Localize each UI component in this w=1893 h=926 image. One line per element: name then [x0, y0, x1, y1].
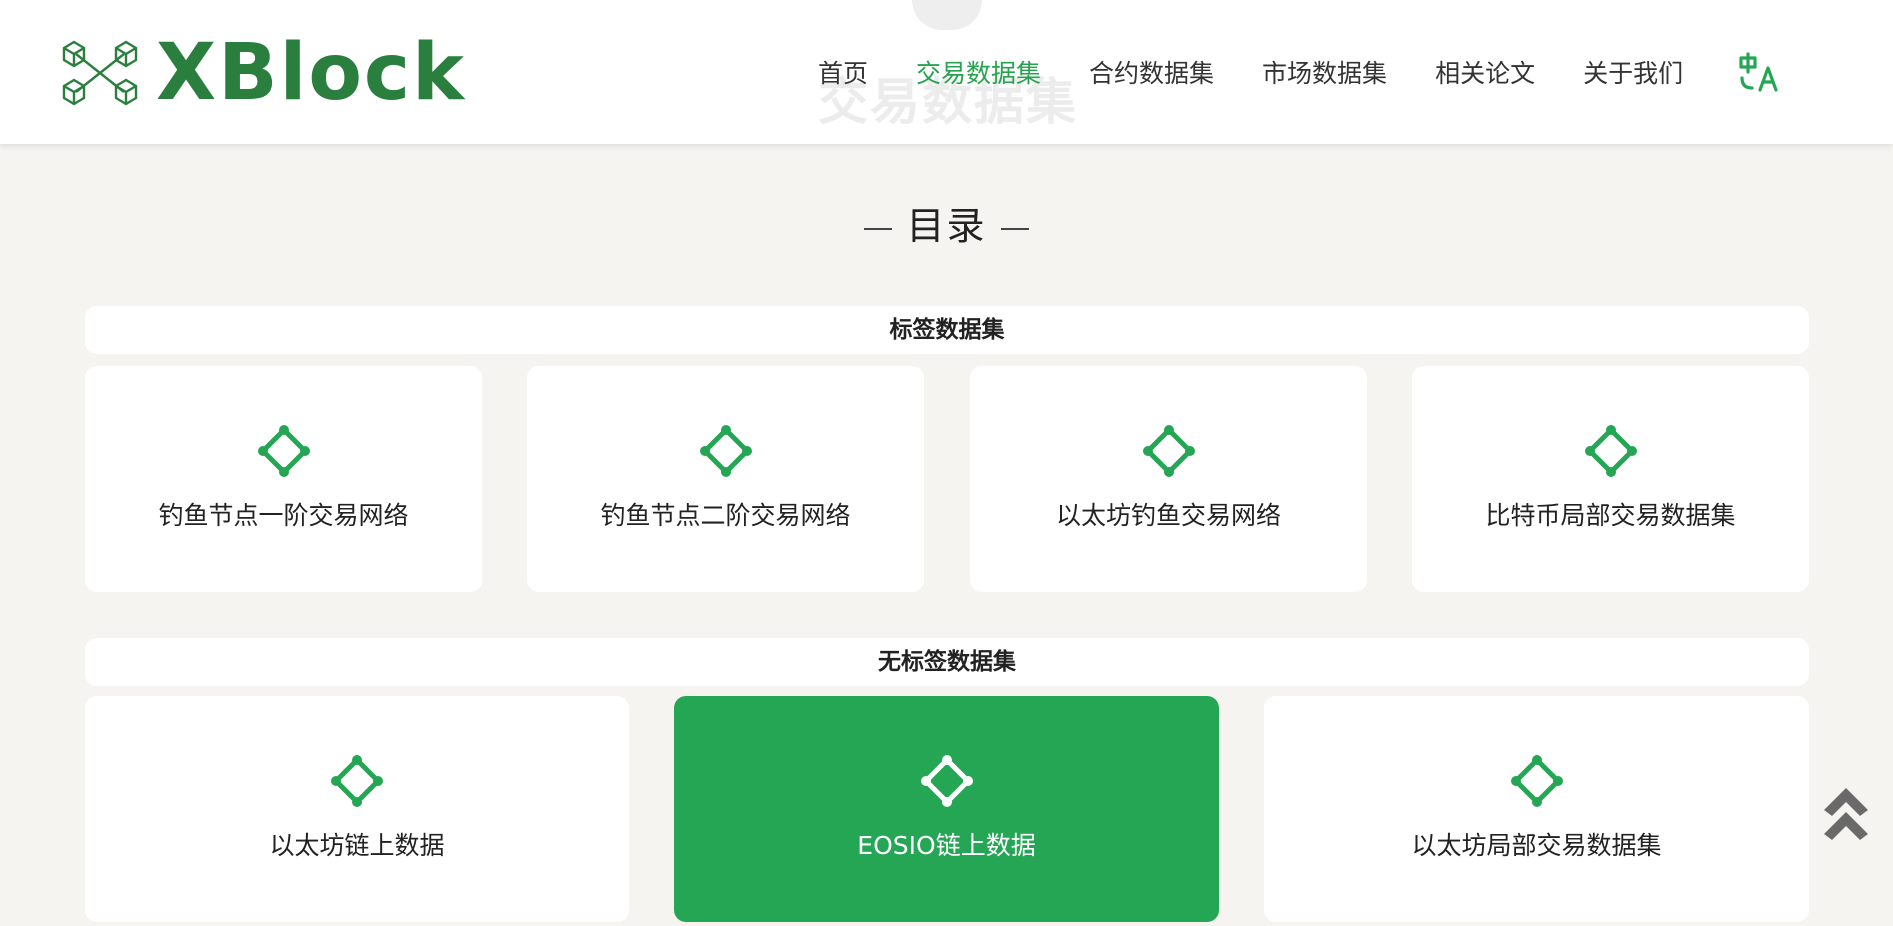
network-node-icon	[1510, 755, 1563, 807]
dataset-card-eosio-onchain[interactable]: EOSIO链上数据	[674, 696, 1219, 922]
dataset-card-label: 以太坊钓鱼交易网络	[1055, 501, 1281, 530]
dataset-card-bitcoin-local[interactable]: 比特币局部交易数据集	[1412, 366, 1809, 592]
nav-market-datasets[interactable]: 市场数据集	[1262, 54, 1387, 94]
labeled-datasets-header: 标签数据集	[85, 306, 1809, 354]
dataset-card-phishing-second-order[interactable]: 钓鱼节点二阶交易网络	[527, 366, 924, 592]
network-node-icon	[257, 425, 310, 477]
dataset-card-phishing-first-order[interactable]: 钓鱼节点一阶交易网络	[85, 366, 482, 592]
main-nav: 首页 交易数据集 合约数据集 市场数据集 相关论文 关于我们	[818, 54, 1731, 94]
nav-home[interactable]: 首页	[818, 54, 868, 94]
dataset-card-label: EOSIO链上数据	[857, 831, 1036, 860]
ghost-decoration	[912, 0, 982, 30]
logo-cubes-icon	[62, 40, 138, 106]
translate-icon[interactable]	[1738, 52, 1780, 92]
logo-text: XBlock	[156, 28, 467, 118]
title-dash-left	[864, 227, 893, 230]
network-node-icon	[1584, 425, 1637, 477]
network-node-icon	[920, 755, 973, 807]
dataset-card-label: 钓鱼节点一阶交易网络	[158, 501, 409, 530]
dataset-card-label: 比特币局部交易数据集	[1485, 501, 1736, 530]
unlabeled-datasets-header: 无标签数据集	[85, 638, 1809, 686]
title-dash-right	[1000, 227, 1029, 230]
dataset-card-label: 钓鱼节点二阶交易网络	[600, 501, 851, 530]
logo[interactable]: XBlock	[58, 28, 467, 118]
nav-about-us[interactable]: 关于我们	[1583, 54, 1683, 94]
double-chevron-up-icon[interactable]	[1820, 780, 1872, 842]
dataset-card-ethereum-phishing[interactable]: 以太坊钓鱼交易网络	[970, 366, 1367, 592]
network-node-icon	[331, 755, 383, 807]
nav-contract-datasets[interactable]: 合约数据集	[1089, 54, 1214, 94]
catalog-title: 目录	[0, 195, 1893, 250]
dataset-card-ethereum-local[interactable]: 以太坊局部交易数据集	[1264, 696, 1809, 922]
network-node-icon	[1142, 425, 1195, 477]
catalog-title-text: 目录	[906, 204, 987, 248]
dataset-card-ethereum-onchain[interactable]: 以太坊链上数据	[85, 696, 629, 922]
network-node-icon	[699, 425, 752, 477]
dataset-card-label: 以太坊链上数据	[269, 831, 445, 860]
nav-papers[interactable]: 相关论文	[1435, 54, 1535, 94]
nav-transaction-datasets[interactable]: 交易数据集	[916, 54, 1041, 94]
dataset-card-label: 以太坊局部交易数据集	[1411, 831, 1662, 860]
site-header: 交易数据集 XBlock 首页 交易数据集 合约数据集 市场数据集 相关论文 关…	[0, 0, 1893, 144]
